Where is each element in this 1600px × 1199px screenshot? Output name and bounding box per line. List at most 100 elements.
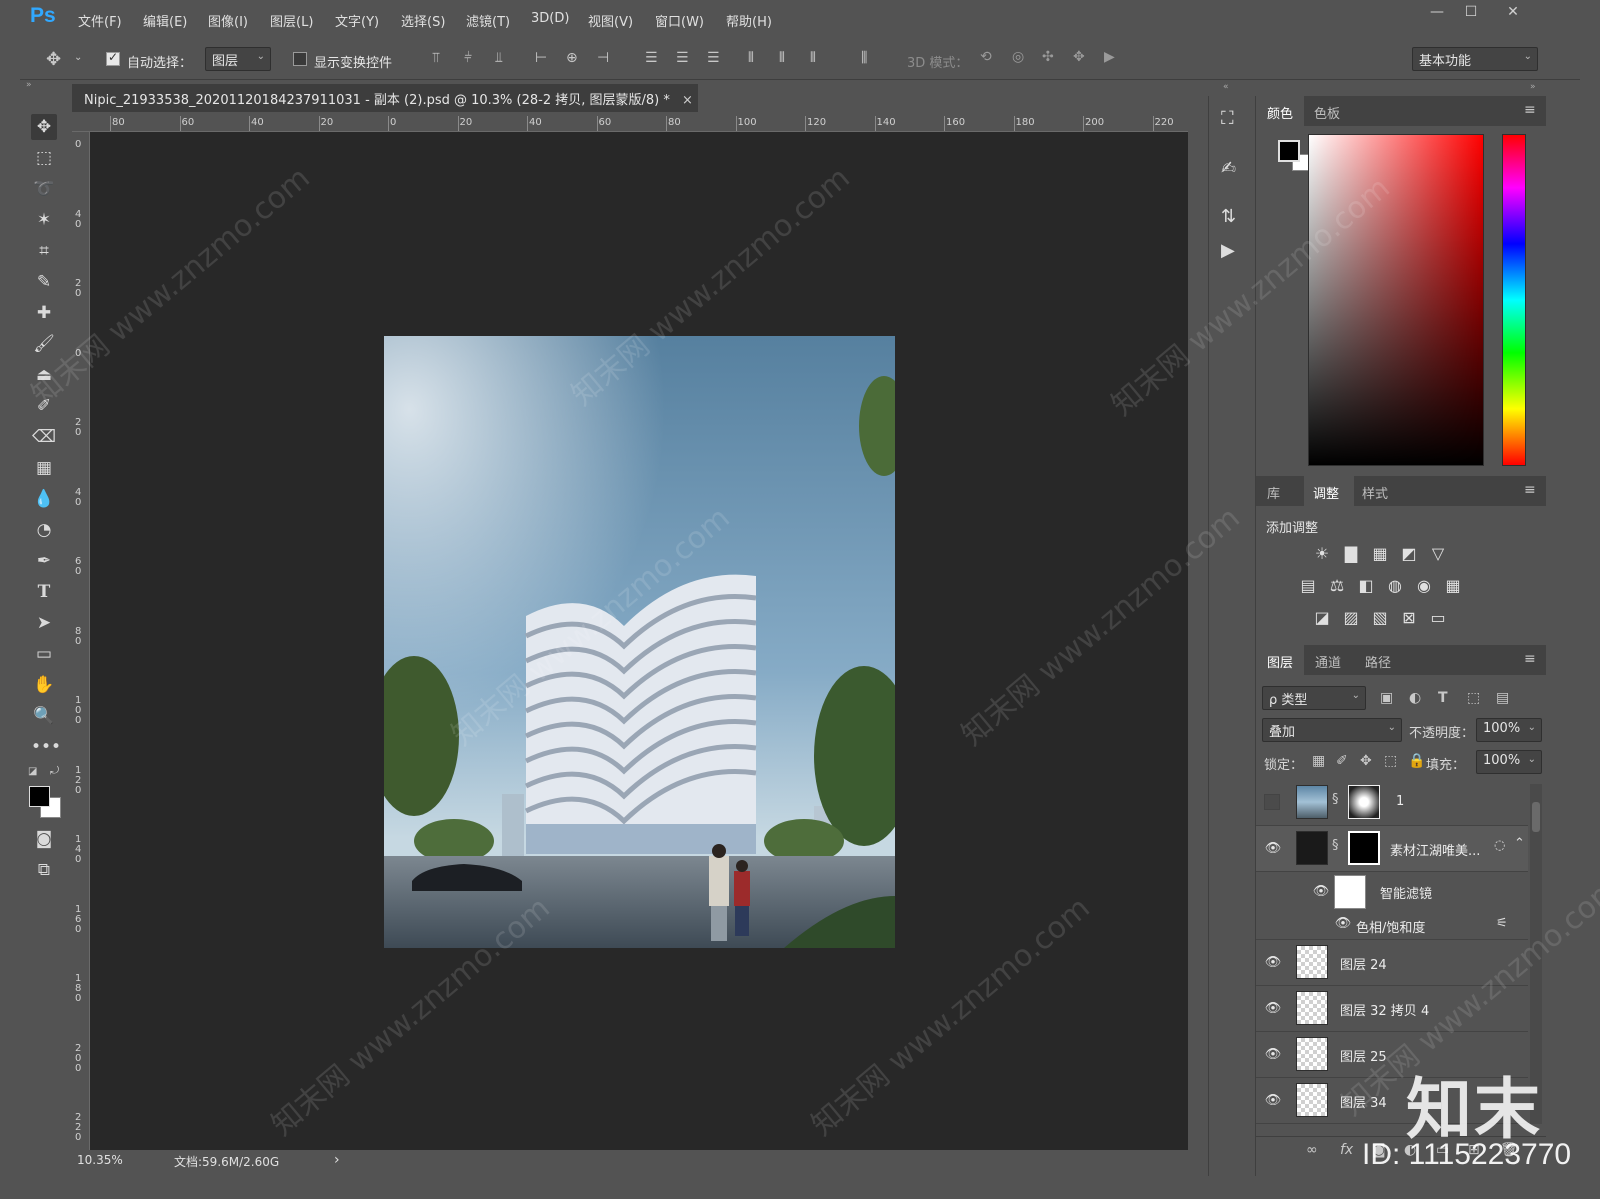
layer-mask-thumbnail[interactable]	[1348, 785, 1380, 819]
blur-tool-icon[interactable]: 💧	[31, 486, 57, 512]
align-bottom-icon[interactable]: ⫫	[495, 50, 503, 66]
magic-wand-tool-icon[interactable]: ✶	[31, 207, 57, 233]
visibility-off-toggle[interactable]	[1264, 794, 1280, 810]
color-field[interactable]	[1308, 134, 1484, 466]
layer-name[interactable]: 素材江湖唯美...	[1390, 840, 1480, 859]
document-image[interactable]	[384, 336, 895, 948]
default-colors-icon[interactable]: ◪	[28, 766, 37, 777]
align-vcenter-icon[interactable]: ⫩	[464, 50, 472, 66]
eye-icon[interactable]: 👁	[1264, 1093, 1282, 1109]
smart-filters-row[interactable]: 👁 智能滤镜	[1256, 872, 1528, 912]
ruler-vertical[interactable]: 0 40 20 0 20 40 60 80 100 120 140 160 180 200 220	[72, 132, 90, 1150]
invert-icon[interactable]: ◪	[1311, 607, 1333, 629]
pen-tool-icon[interactable]: ✒	[31, 548, 57, 574]
tab-color[interactable]: 颜色	[1267, 103, 1293, 122]
brightness-contrast-icon[interactable]: ☀	[1311, 543, 1333, 565]
collapse-effects-icon[interactable]: ⌃	[1514, 836, 1525, 851]
menu-window[interactable]: 窗口(W)	[655, 11, 704, 30]
lasso-tool-icon[interactable]: ➰	[31, 176, 57, 202]
rectangle-tool-icon[interactable]: ▭	[31, 641, 57, 667]
3d-slide-icon[interactable]: ✥	[1073, 49, 1085, 65]
tab-paths[interactable]: 路径	[1365, 652, 1391, 671]
auto-select-target-dropdown[interactable]: 图层 ⌄	[205, 47, 271, 71]
collapse-dock-icon[interactable]: «	[1223, 82, 1229, 92]
tool-preset-chevron-icon[interactable]: ⌄	[74, 52, 82, 63]
levels-icon[interactable]: ▇	[1340, 543, 1362, 565]
smart-filters-label[interactable]: 智能滤镜	[1380, 883, 1432, 902]
eye-icon[interactable]: 👁	[1264, 1001, 1282, 1017]
selective-color-icon[interactable]: ⊠	[1398, 607, 1420, 629]
status-menu-arrow-icon[interactable]: ›	[334, 1152, 340, 1168]
filter-mask-thumbnail[interactable]	[1334, 875, 1366, 909]
menu-filter[interactable]: 滤镜(T)	[466, 11, 510, 30]
lock-image-icon[interactable]: ✐	[1336, 753, 1348, 769]
3d-orbit-icon[interactable]: ⟲	[980, 49, 992, 65]
eye-icon[interactable]: 👁	[1264, 1047, 1282, 1063]
layer-name[interactable]: 图层 34	[1340, 1092, 1387, 1111]
gradient-tool-icon[interactable]: ▦	[31, 455, 57, 481]
gradient-map-icon[interactable]: ▭	[1427, 607, 1449, 629]
workspace-dropdown[interactable]: 基本功能 ⌄	[1412, 47, 1538, 71]
lock-position-icon[interactable]: ✥	[1360, 753, 1372, 769]
lock-transparency-icon[interactable]: ▦	[1312, 753, 1325, 769]
filter-name[interactable]: 色相/饱和度	[1356, 917, 1425, 936]
menu-select[interactable]: 选择(S)	[401, 11, 445, 30]
menu-type[interactable]: 文字(Y)	[335, 11, 379, 30]
move-tool-icon[interactable]: ✥	[31, 114, 57, 140]
crop-tool-icon[interactable]: ⌗	[31, 238, 57, 264]
layer-row[interactable]: 👁 图层 24	[1256, 940, 1528, 986]
menu-view[interactable]: 视图(V)	[588, 11, 633, 30]
layer-name[interactable]: 图层 25	[1340, 1046, 1387, 1065]
brush-tool-icon[interactable]: 🖌	[31, 331, 57, 357]
eye-icon[interactable]: 👁	[1264, 841, 1282, 857]
tab-libraries[interactable]: 库	[1267, 483, 1280, 502]
exposure-icon[interactable]: ◩	[1398, 543, 1420, 565]
black-white-icon[interactable]: ◧	[1355, 575, 1377, 597]
maximize-button[interactable]: ☐	[1456, 4, 1486, 26]
history-panel-icon[interactable]: ⇅	[1221, 206, 1236, 227]
align-hcenter-icon[interactable]: ⊕	[566, 50, 578, 66]
menu-edit[interactable]: 编辑(E)	[143, 11, 187, 30]
curves-icon[interactable]: ▦	[1369, 543, 1391, 565]
filter-type-icon[interactable]: T	[1438, 690, 1448, 706]
distribute-vcenter-icon[interactable]: ☰	[676, 50, 689, 66]
layer-row[interactable]: 👁 § 素材江湖唯美... ◌ ⌃	[1256, 826, 1528, 872]
clone-stamp-tool-icon[interactable]: ⏏	[31, 362, 57, 388]
align-left-icon[interactable]: ⊢	[535, 50, 547, 66]
collapse-toolbar-icon[interactable]: »	[26, 80, 32, 90]
fill-field[interactable]: 100% ⌄	[1476, 750, 1542, 774]
close-tab-icon[interactable]: ×	[682, 93, 693, 108]
close-button[interactable]: ✕	[1498, 4, 1528, 26]
scrollbar-thumb[interactable]	[1532, 802, 1540, 832]
hue-saturation-icon[interactable]: ▤	[1297, 575, 1319, 597]
path-selection-tool-icon[interactable]: ➤	[31, 610, 57, 636]
collapse-panels-icon[interactable]: »	[1530, 82, 1536, 92]
foreground-color-swatch[interactable]	[29, 786, 50, 807]
history-brush-tool-icon[interactable]: ✐	[31, 393, 57, 419]
show-transform-checkbox[interactable]	[293, 52, 307, 66]
filter-options-icon[interactable]: ⚟	[1496, 916, 1508, 931]
eye-icon[interactable]: 👁	[1264, 955, 1282, 971]
photo-filter-icon[interactable]: ◍	[1384, 575, 1406, 597]
fx-icon[interactable]: fx	[1340, 1142, 1353, 1158]
move-tool-icon[interactable]: ✥	[46, 49, 61, 70]
layer-row[interactable]: 👁 图层 32 拷贝 4	[1256, 986, 1528, 1032]
blend-mode-dropdown[interactable]: 叠加 ⌄	[1262, 718, 1402, 742]
layer-row[interactable]: § 1	[1256, 780, 1528, 826]
auto-select-checkbox[interactable]	[106, 50, 120, 66]
tab-styles[interactable]: 样式	[1362, 483, 1388, 502]
tab-adjustments[interactable]: 调整	[1313, 483, 1339, 502]
chain-icon[interactable]: §	[1332, 792, 1339, 807]
link-layers-icon[interactable]: ∞	[1306, 1142, 1318, 1158]
lock-all-icon[interactable]: 🔒	[1408, 753, 1425, 769]
color-lookup-icon[interactable]: ▦	[1442, 575, 1464, 597]
screen-mode-icon[interactable]: ⧉	[31, 857, 57, 883]
3d-camera-icon[interactable]: ▶	[1104, 49, 1115, 65]
ruler-horizontal[interactable]: 80 60 40 20 0 20 40 60 80 100 120 140 160 180 200 220	[72, 114, 1188, 132]
swap-colors-icon[interactable]: ⤾	[50, 764, 59, 778]
tab-swatches[interactable]: 色板	[1314, 103, 1340, 122]
eye-icon[interactable]: 👁	[1312, 884, 1330, 900]
3d-panel-icon[interactable]: ⛶	[1221, 108, 1234, 129]
posterize-icon[interactable]: ▨	[1340, 607, 1362, 629]
panel-menu-icon[interactable]: ≡	[1524, 102, 1536, 118]
